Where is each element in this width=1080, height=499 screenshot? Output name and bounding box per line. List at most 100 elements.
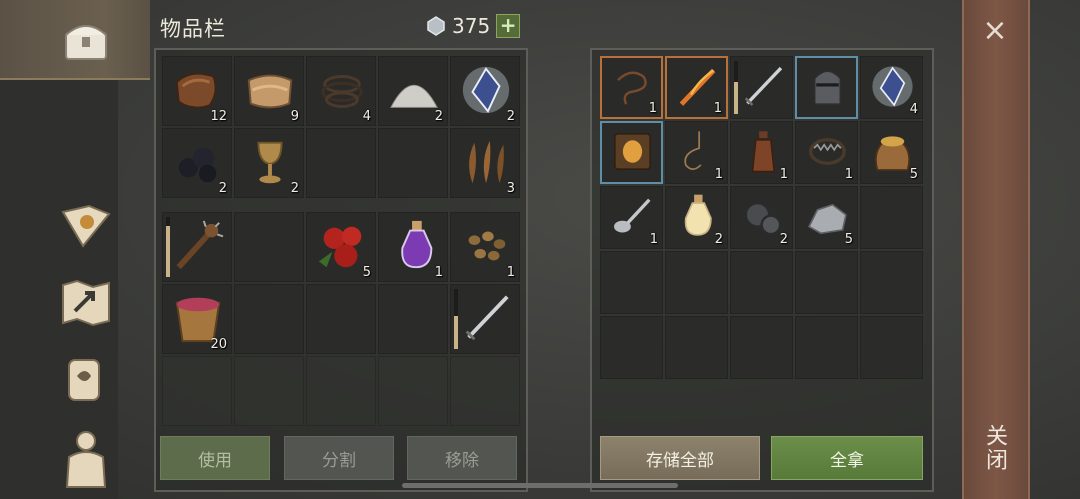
- item-count: 2: [714, 232, 723, 247]
- map-icon[interactable]: [56, 272, 116, 332]
- storage-slot-empty[interactable]: [600, 316, 663, 379]
- storage-slot-empty[interactable]: [795, 251, 858, 314]
- storage-slot-empty[interactable]: [730, 316, 793, 379]
- storage-slot-grain-sack[interactable]: 5: [860, 121, 923, 184]
- inventory-slot-goblet[interactable]: 2: [234, 128, 304, 198]
- coal-icon: [178, 147, 217, 183]
- take-all-button[interactable]: 全拿: [771, 436, 923, 480]
- inventory-slot-berry-bucket[interactable]: 20: [162, 284, 232, 354]
- inventory-slot-empty[interactable]: [306, 284, 376, 354]
- storage-slot-fire-sword[interactable]: 1: [665, 56, 728, 119]
- inventory-slot-locked: [378, 356, 448, 426]
- item-count: 1: [648, 101, 657, 116]
- storage-slot-empty[interactable]: [730, 251, 793, 314]
- apples-icon: [318, 226, 362, 268]
- storage-slot-gears[interactable]: 2: [730, 186, 793, 249]
- inventory-slot-locked: [162, 356, 232, 426]
- storage-slot-sword[interactable]: [730, 56, 793, 119]
- item-count: 2: [506, 109, 515, 124]
- storage-slot-whip[interactable]: 1: [600, 56, 663, 119]
- inventory-slot-leather[interactable]: 12: [162, 56, 232, 126]
- inventory-slot-salt[interactable]: 2: [378, 56, 448, 126]
- inventory-slot-empty[interactable]: [234, 284, 304, 354]
- inventory-title: 物品栏: [160, 17, 226, 41]
- storage-slot-rope-loop[interactable]: 1: [665, 121, 728, 184]
- inventory-slot-spiked-club[interactable]: [162, 212, 232, 282]
- storage-grid: 1 1 4 1 1 1 5 1 2 2 5: [600, 56, 923, 379]
- item-count: 20: [210, 337, 227, 352]
- item-count: 1: [649, 232, 658, 247]
- storage-slot-empty[interactable]: [795, 316, 858, 379]
- item-count: 4: [362, 109, 371, 124]
- durability-bar: [454, 289, 458, 349]
- add-currency-button[interactable]: +: [496, 14, 521, 38]
- storage-slot-bear-trap[interactable]: 1: [795, 121, 858, 184]
- close-icon[interactable]: ×: [980, 16, 1010, 46]
- item-count: 1: [434, 265, 443, 280]
- item-count: 1: [713, 101, 722, 116]
- inventory-slot-crystal[interactable]: 2: [450, 56, 520, 126]
- inventory-slot-rope[interactable]: 4: [306, 56, 376, 126]
- storage-slot-empty[interactable]: [860, 251, 923, 314]
- storage-slot-empty[interactable]: [600, 251, 663, 314]
- storage-slot-flask[interactable]: 1: [730, 121, 793, 184]
- item-count: 3: [506, 181, 515, 196]
- close-label[interactable]: 关闭: [980, 424, 1010, 472]
- inventory-slot-locked: [306, 356, 376, 426]
- inventory-slot-empty[interactable]: [306, 128, 376, 198]
- character-icon[interactable]: [56, 428, 116, 488]
- storage-slot-empty[interactable]: [860, 186, 923, 249]
- inventory-slot-sword[interactable]: [450, 284, 520, 354]
- inventory-slot-apples[interactable]: 5: [306, 212, 376, 282]
- item-count: 5: [844, 232, 853, 247]
- use-button[interactable]: 使用: [160, 436, 270, 480]
- crafting-book-icon[interactable]: [56, 196, 116, 256]
- storage-slot-crystal[interactable]: 4: [860, 56, 923, 119]
- storage-slot-spoon[interactable]: 1: [600, 186, 663, 249]
- storage-slot-empty[interactable]: [860, 316, 923, 379]
- split-button[interactable]: 分割: [284, 436, 394, 480]
- item-count: 4: [909, 102, 918, 117]
- storage-slot-lantern-potion[interactable]: 2: [665, 186, 728, 249]
- crystal-icon: [462, 66, 510, 114]
- item-count: 5: [362, 265, 371, 280]
- inventory-slot-cloth[interactable]: 9: [234, 56, 304, 126]
- rope-icon: [321, 75, 363, 108]
- inventory-slot-seeds[interactable]: 1: [450, 212, 520, 282]
- inventory-slot-coal[interactable]: 2: [162, 128, 232, 198]
- item-count: 1: [779, 167, 788, 182]
- currency-value: 375: [452, 14, 491, 38]
- storage-slot-mask-book[interactable]: [600, 121, 663, 184]
- item-count: 2: [434, 109, 443, 124]
- goblet-icon: [257, 141, 283, 184]
- storage-slot-empty[interactable]: [665, 251, 728, 314]
- side-navigation: [0, 0, 150, 499]
- item-count: 5: [909, 167, 918, 182]
- remove-button[interactable]: 移除: [407, 436, 517, 480]
- inventory-slot-potion[interactable]: 1: [378, 212, 448, 282]
- storage-slot-silver-ore[interactable]: 5: [795, 186, 858, 249]
- feathers-icon: [469, 140, 504, 184]
- sword-icon: [744, 66, 783, 106]
- potion-icon: [401, 220, 433, 269]
- item-count: 12: [210, 109, 227, 124]
- store-all-button[interactable]: 存储全部: [600, 436, 760, 480]
- inventory-slot-empty[interactable]: [378, 128, 448, 198]
- inventory-slot-locked: [234, 356, 304, 426]
- inventory-slot-feathers[interactable]: 3: [450, 128, 520, 198]
- cloth-icon: [247, 74, 293, 109]
- item-count: 2: [218, 181, 227, 196]
- currency-display: 375 +: [426, 14, 521, 38]
- item-count: 2: [290, 181, 299, 196]
- mask-book-icon: [614, 133, 651, 170]
- inventory-slot-empty[interactable]: [234, 212, 304, 282]
- item-count: 1: [844, 167, 853, 182]
- chest-icon[interactable]: [56, 10, 116, 70]
- item-count: 2: [779, 232, 788, 247]
- inventory-slot-empty[interactable]: [378, 284, 448, 354]
- storage-slot-empty[interactable]: [665, 316, 728, 379]
- inventory-grid-bottom: 5 1 1 20: [162, 212, 520, 426]
- storage-slot-helmet[interactable]: [795, 56, 858, 119]
- salt-pile-icon: [390, 84, 438, 108]
- quest-scroll-icon[interactable]: [56, 350, 116, 410]
